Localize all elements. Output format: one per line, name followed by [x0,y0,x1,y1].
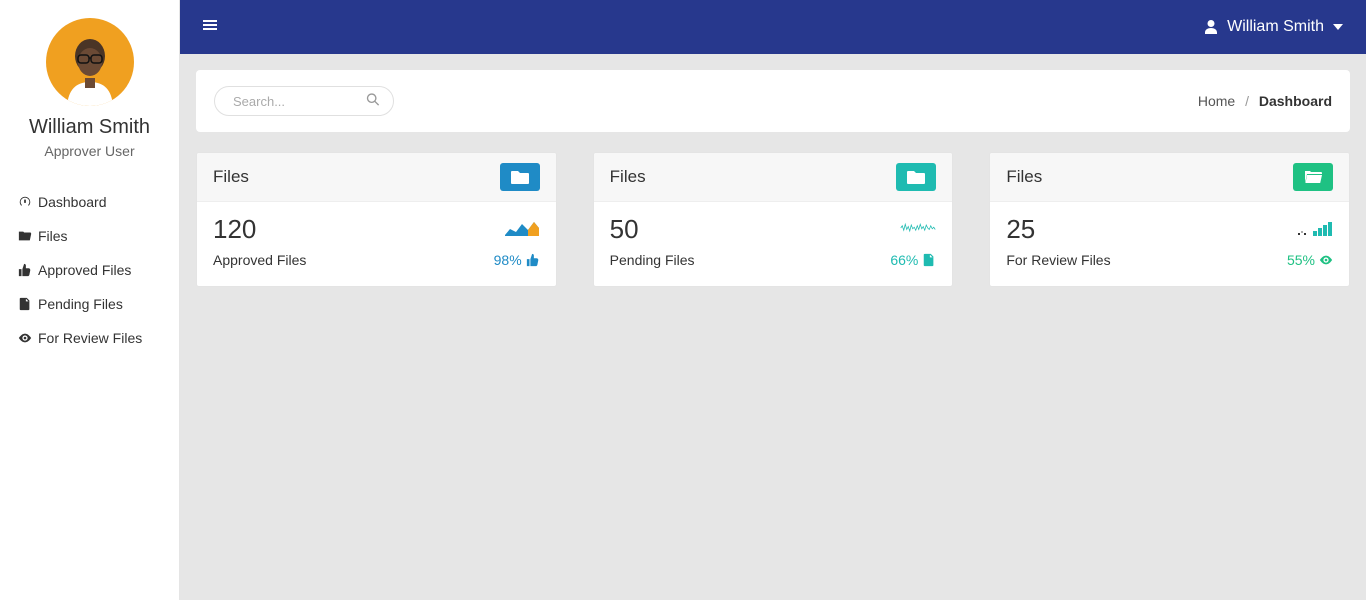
card-count: 120 [213,216,256,242]
nav-files[interactable]: Files [0,219,179,253]
nav-label: Approved Files [38,262,131,278]
breadcrumb-home[interactable]: Home [1198,93,1235,109]
card-body: 50 Pending Files 66% [594,202,953,286]
card-title: Files [1006,167,1042,187]
search [214,86,394,116]
file-icon [922,253,936,267]
area-chart-icon [504,219,540,242]
user-role: Approver User [0,143,179,159]
breadcrumb-current: Dashboard [1259,93,1332,109]
card-head: Files [594,153,953,202]
sidebar-nav: Dashboard Files Approved Files Pending F… [0,185,179,355]
user-dropdown-label: William Smith [1227,18,1324,36]
cards-row: Files 120 Approved Files [196,152,1350,287]
thumbs-up-icon [526,253,540,267]
nav-label: Pending Files [38,296,123,312]
file-icon [18,297,32,311]
user-profile: William Smith Approver User [0,0,179,171]
card-pending: Files 50 Pending Files [593,152,954,287]
folder-open-icon [1293,163,1333,191]
card-percent: 66% [890,252,936,268]
card-head: Files [197,153,556,202]
card-body: 25 [990,202,1349,286]
nav-label: For Review Files [38,330,142,346]
card-title: Files [610,167,646,187]
thumbs-up-icon [18,263,32,277]
card-approved: Files 120 Approved Files [196,152,557,287]
card-percent: 98% [494,252,540,268]
folder-icon [896,163,936,191]
toolbar: Home / Dashboard [196,70,1350,132]
nav-pending[interactable]: Pending Files [0,287,179,321]
search-icon [366,93,380,107]
nav-review[interactable]: For Review Files [0,321,179,355]
user-name: William Smith [0,116,179,139]
card-subtitle: Pending Files [610,252,695,268]
nav-dashboard[interactable]: Dashboard [0,185,179,219]
card-body: 120 Approved Files 98% [197,202,556,286]
caret-down-icon [1332,21,1344,33]
avatar [46,18,134,106]
sidebar: William Smith Approver User Dashboard Fi… [0,0,180,600]
nav-approved[interactable]: Approved Files [0,253,179,287]
main: William Smith Home / Dashboard Files [180,0,1366,600]
eye-icon [18,331,32,345]
card-subtitle: For Review Files [1006,252,1110,268]
topbar: William Smith [180,0,1366,54]
folder-icon [500,163,540,191]
card-percent: 55% [1287,252,1333,268]
nav-label: Files [38,228,68,244]
user-dropdown[interactable]: William Smith [1203,18,1344,36]
hamburger-icon [202,17,218,33]
sparkline-icon [900,219,936,242]
menu-toggle[interactable] [202,17,218,38]
card-subtitle: Approved Files [213,252,306,268]
content: Home / Dashboard Files 120 [180,54,1366,303]
breadcrumb-sep: / [1245,93,1249,109]
signal-bars-icon [1297,219,1333,242]
dashboard-icon [18,195,32,209]
folder-open-icon [18,229,32,243]
card-review: Files 25 [989,152,1350,287]
card-count: 25 [1006,216,1035,242]
card-head: Files [990,153,1349,202]
eye-icon [1319,253,1333,267]
breadcrumb: Home / Dashboard [1198,93,1332,109]
card-count: 50 [610,216,639,242]
user-icon [1203,19,1219,35]
nav-label: Dashboard [38,194,107,210]
card-title: Files [213,167,249,187]
search-button[interactable] [362,89,384,114]
